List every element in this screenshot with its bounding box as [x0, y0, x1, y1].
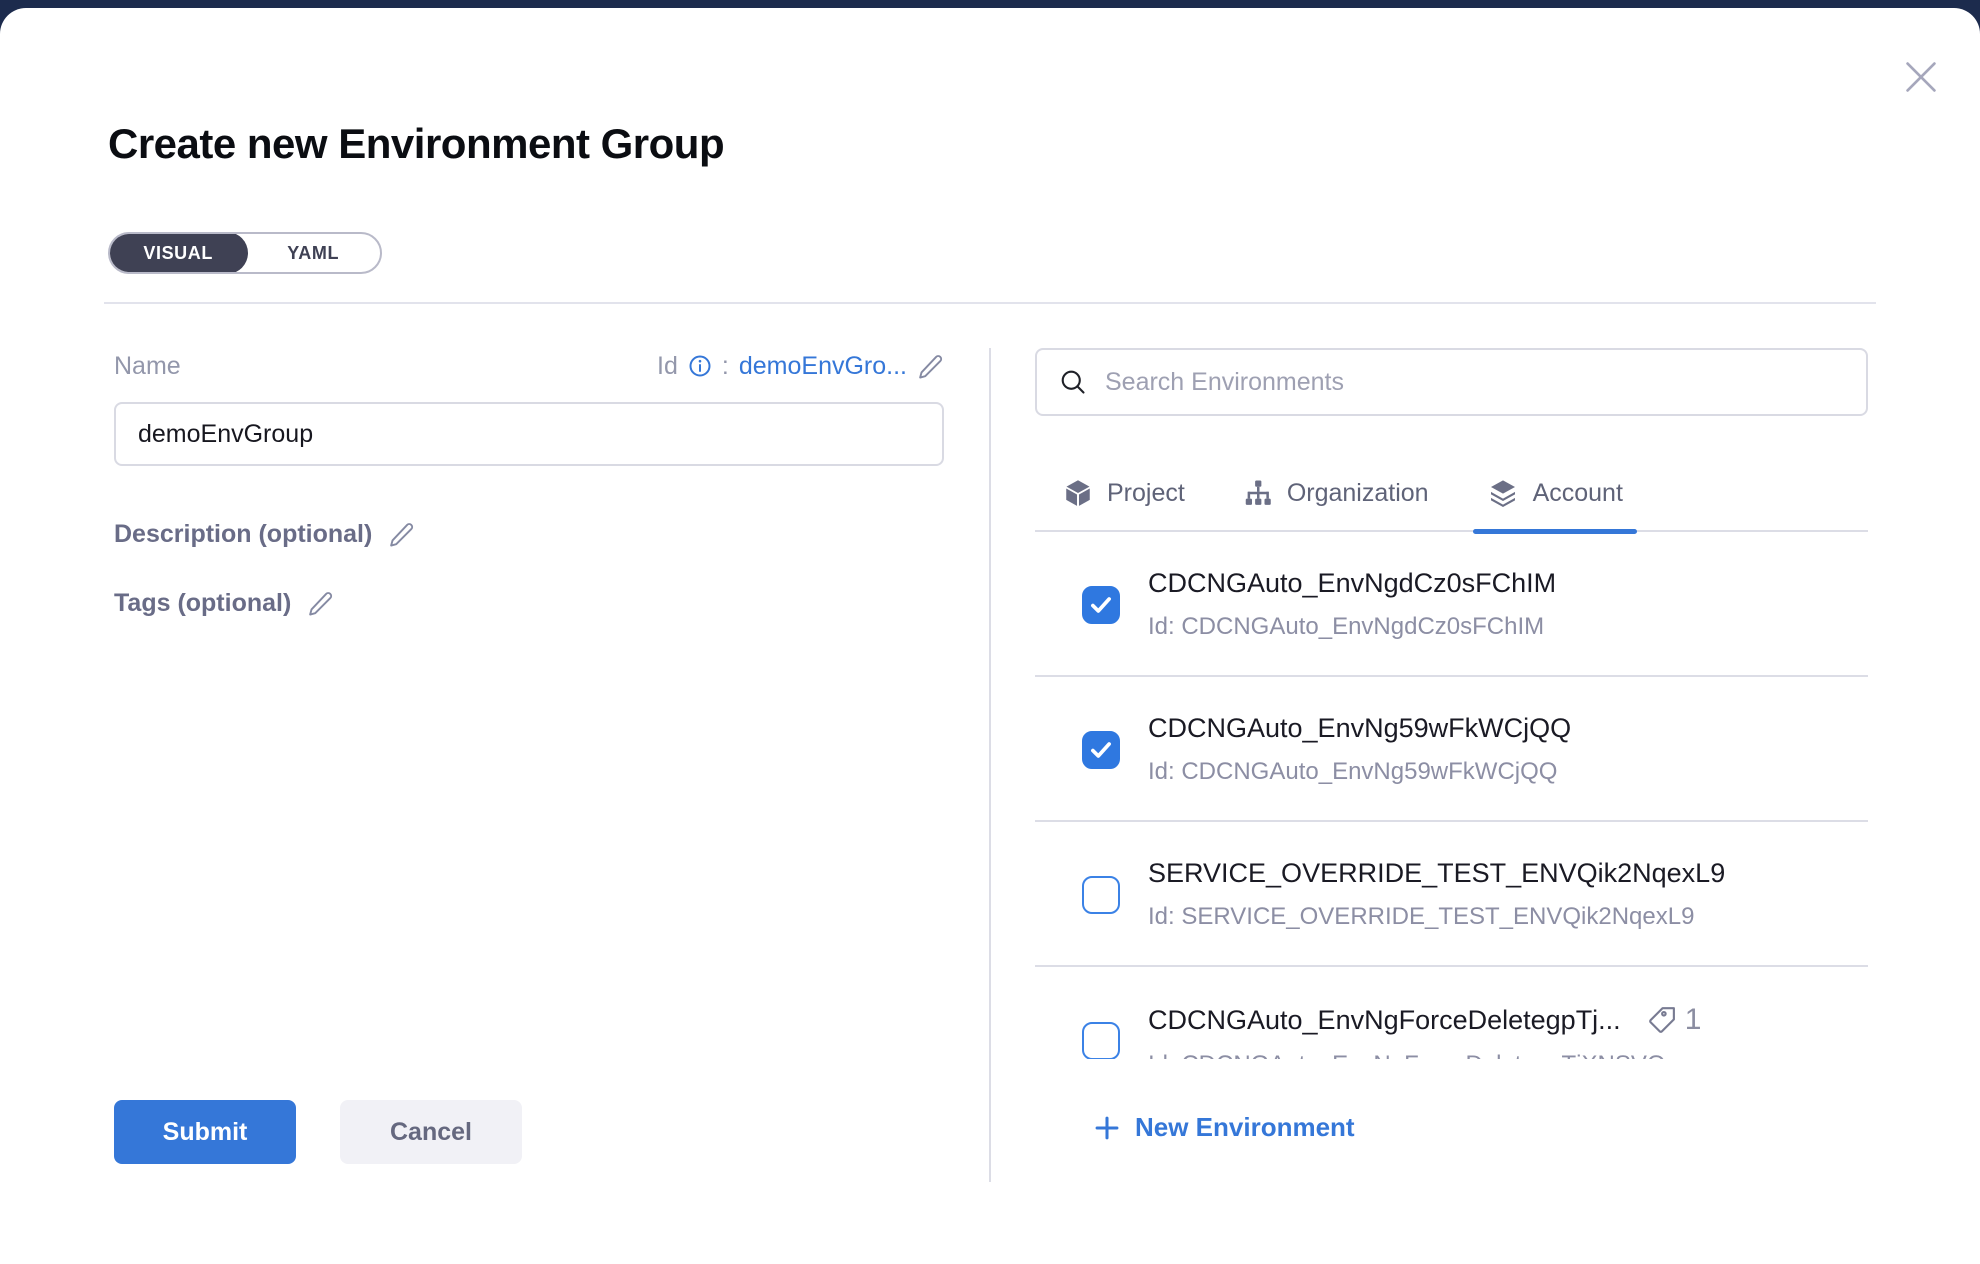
submit-button[interactable]: Submit — [114, 1100, 296, 1164]
environment-name: CDCNGAuto_EnvNg59wFkWCjQQ — [1148, 713, 1571, 744]
name-input[interactable] — [114, 402, 944, 466]
environment-row[interactable]: CDCNGAuto_EnvNgdCz0sFChIM Id: CDCNGAuto_… — [1035, 532, 1868, 677]
tag-count-badge: 1 — [1647, 1003, 1702, 1037]
visual-yaml-toggle: VISUAL YAML — [108, 232, 382, 274]
environment-id: Id: SERVICE_OVERRIDE_TEST_ENVQik2NqexL9 — [1148, 903, 1868, 931]
close-icon — [1898, 54, 1944, 100]
environment-row[interactable]: SERVICE_OVERRIDE_TEST_ENVQik2NqexL9 Id: … — [1035, 822, 1868, 967]
environment-checkbox[interactable] — [1082, 586, 1120, 624]
environment-row[interactable]: CDCNGAuto_EnvNg59wFkWCjQQ Id: CDCNGAuto_… — [1035, 677, 1868, 822]
environment-id: Id: CDCNGAuto_EnvNg59wFkWCjQQ — [1148, 758, 1868, 786]
plus-icon — [1093, 1114, 1121, 1142]
environment-list: CDCNGAuto_EnvNgdCz0sFChIM Id: CDCNGAuto_… — [1035, 532, 1868, 1059]
tab-account[interactable]: Account — [1473, 455, 1637, 531]
tab-project[interactable]: Project — [1049, 455, 1199, 531]
environment-picker: Project Organization — [1035, 348, 1868, 416]
info-icon[interactable] — [688, 354, 712, 378]
environment-checkbox[interactable] — [1082, 731, 1120, 769]
environment-checkbox[interactable] — [1082, 1022, 1120, 1059]
create-environment-group-modal: Create new Environment Group VISUAL YAML… — [0, 8, 1980, 1264]
environment-name: CDCNGAuto_EnvNgdCz0sFChIM — [1148, 568, 1556, 599]
cube-icon — [1063, 478, 1093, 508]
toggle-yaml[interactable]: YAML — [246, 234, 380, 272]
description-row: Description (optional) — [114, 520, 944, 549]
org-hierarchy-icon — [1243, 478, 1273, 508]
environment-name: SERVICE_OVERRIDE_TEST_ENVQik2NqexL9 — [1148, 858, 1725, 889]
layers-icon — [1487, 477, 1519, 509]
search-icon — [1059, 368, 1087, 396]
search-input[interactable] — [1105, 368, 1844, 397]
new-environment-button[interactable]: New Environment — [1093, 1112, 1355, 1143]
page-title: Create new Environment Group — [108, 120, 724, 168]
panel-divider — [989, 348, 991, 1182]
tab-organization[interactable]: Organization — [1229, 455, 1443, 531]
environment-checkbox[interactable] — [1082, 876, 1120, 914]
tab-organization-label: Organization — [1287, 479, 1429, 508]
id-value[interactable]: demoEnvGro... — [739, 352, 907, 381]
search-box — [1035, 348, 1868, 416]
header-divider — [104, 302, 1876, 304]
environment-name: CDCNGAuto_EnvNgForceDeletegpTj... — [1148, 1005, 1621, 1036]
tab-project-label: Project — [1107, 479, 1185, 508]
edit-description-pencil-icon[interactable] — [388, 521, 415, 548]
toggle-visual[interactable]: VISUAL — [108, 232, 248, 274]
environment-row[interactable]: CDCNGAuto_EnvNgForceDeletegpTj... 1 I — [1035, 967, 1868, 1059]
environment-id: Id: CDCNGAuto_EnvNgForceDeletegpTjXNSVQ — [1148, 1051, 1868, 1059]
id-separator: : — [722, 352, 729, 381]
edit-tags-pencil-icon[interactable] — [307, 590, 334, 617]
cancel-button[interactable]: Cancel — [340, 1100, 522, 1164]
edit-id-pencil-icon[interactable] — [917, 353, 944, 380]
tags-row: Tags (optional) — [114, 589, 944, 618]
name-label: Name — [114, 352, 181, 381]
close-button[interactable] — [1896, 52, 1946, 102]
scope-tabs: Project Organization — [1035, 456, 1868, 532]
description-label: Description (optional) — [114, 520, 372, 549]
id-label: Id — [657, 352, 678, 381]
form-actions: Submit Cancel — [114, 1100, 522, 1164]
tag-icon — [1647, 1005, 1677, 1035]
tag-count: 1 — [1685, 1003, 1702, 1037]
id-row: Id : demoEnvGro... — [657, 352, 944, 381]
tags-label: Tags (optional) — [114, 589, 291, 618]
tab-account-label: Account — [1533, 479, 1623, 508]
environment-id: Id: CDCNGAuto_EnvNgdCz0sFChIM — [1148, 613, 1868, 641]
new-environment-label: New Environment — [1135, 1112, 1355, 1143]
group-form: Name Id : demoEnvGro... — [114, 348, 944, 618]
